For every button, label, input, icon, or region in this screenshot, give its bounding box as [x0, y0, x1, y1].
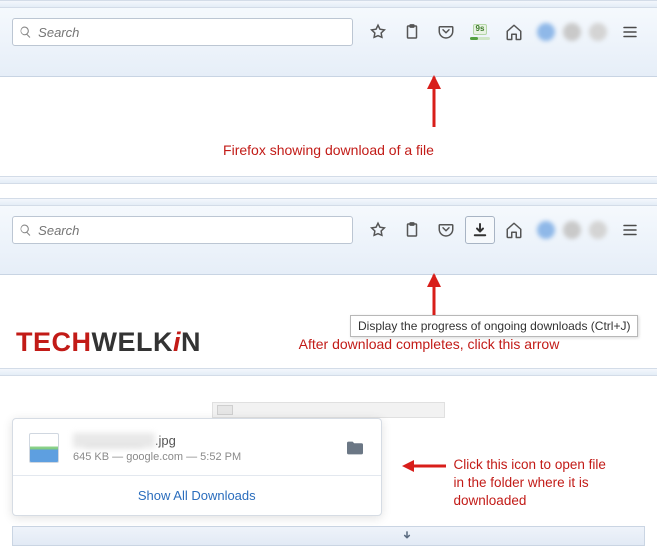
show-all-downloads-link[interactable]: Show All Downloads [13, 475, 381, 515]
caption-panel1: Firefox showing download of a file [0, 132, 657, 176]
home-icon[interactable] [499, 216, 529, 244]
home-icon[interactable] [499, 18, 529, 46]
clipboard-icon[interactable] [397, 216, 427, 244]
bottom-downloads-strip[interactable] [12, 526, 645, 546]
pocket-icon[interactable] [431, 216, 461, 244]
pocket-icon[interactable] [431, 18, 461, 46]
downloads-tooltip: Display the progress of ongoing download… [350, 315, 638, 337]
menu-hamburger-icon[interactable] [615, 216, 645, 244]
file-name: ________.jpg [73, 433, 345, 448]
blurred-toolbar-icons [537, 23, 607, 41]
techwelkin-logo: TECHWELKiN [0, 317, 201, 368]
caption-panel3: Click this icon to open file in the fold… [382, 418, 645, 511]
downloads-arrow-icon [400, 529, 414, 543]
firefox-toolbar-completed [0, 206, 657, 275]
downloads-popover: ________.jpg 645 KB — google.com — 5:52 … [12, 418, 382, 516]
download-time-label: 9s [473, 24, 488, 35]
scrollbar-strip [212, 402, 445, 418]
open-folder-icon[interactable] [345, 440, 365, 456]
search-input-container[interactable] [12, 216, 353, 244]
annotation-arrow-3 [402, 459, 446, 473]
clipboard-icon[interactable] [397, 18, 427, 46]
bookmark-star-icon[interactable] [363, 216, 393, 244]
menu-hamburger-icon[interactable] [615, 18, 645, 46]
download-progress-bar [470, 37, 490, 40]
annotation-arrow-1 [0, 77, 657, 132]
blurred-toolbar-icons [537, 221, 607, 239]
bookmark-star-icon[interactable] [363, 18, 393, 46]
search-input-container[interactable] [12, 18, 353, 46]
search-icon [19, 25, 32, 39]
download-item[interactable]: ________.jpg 645 KB — google.com — 5:52 … [13, 419, 381, 475]
search-input[interactable] [38, 223, 346, 238]
file-meta: 645 KB — google.com — 5:52 PM [73, 451, 345, 463]
annotation-arrow-2: Display the progress of ongoing download… [0, 275, 657, 317]
firefox-toolbar-downloading: 9s [0, 8, 657, 77]
file-thumbnail [29, 433, 59, 463]
search-icon [19, 223, 32, 237]
search-input[interactable] [38, 25, 346, 40]
downloads-arrow-icon[interactable] [465, 216, 495, 244]
downloads-progress-icon[interactable]: 9s [465, 18, 495, 46]
